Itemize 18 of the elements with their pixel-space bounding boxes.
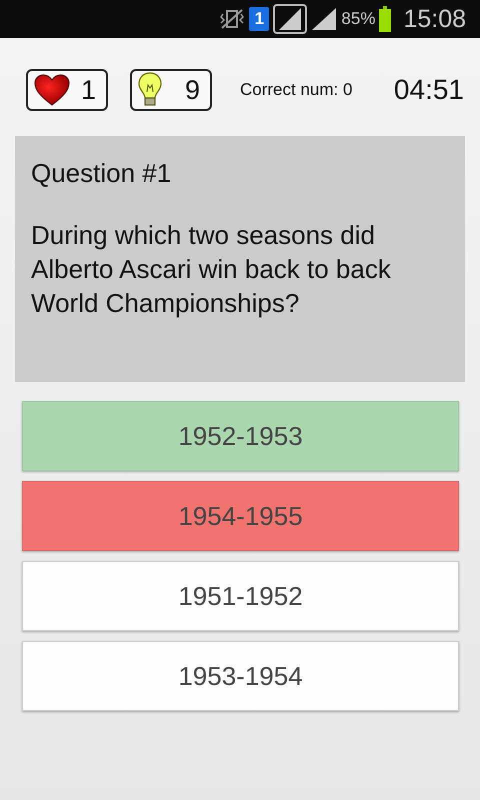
answer-button[interactable]: 1952-1953 [22,401,459,471]
question-text: During which two seasons did Alberto Ascari win back to back World Championships? [31,219,392,320]
battery-icon [379,6,392,32]
countdown-timer: 04:51 [394,74,464,106]
lightbulb-icon [138,72,162,108]
status-time: 15:08 [403,4,466,34]
lives-count: 1 [80,74,96,106]
question-number: Question #1 [31,157,172,190]
battery-percent: 85% [341,9,376,29]
correct-count: Correct num: 0 [240,80,352,100]
sim-badge: 1 [249,7,270,31]
answer-button[interactable]: 1951-1952 [22,561,459,631]
signal-icon [311,7,338,31]
vibrate-icon [219,8,246,30]
answer-button[interactable]: 1953-1954 [22,641,459,711]
hints-count: 9 [184,74,200,106]
heart-icon [34,74,70,106]
signal-icon [273,4,308,34]
